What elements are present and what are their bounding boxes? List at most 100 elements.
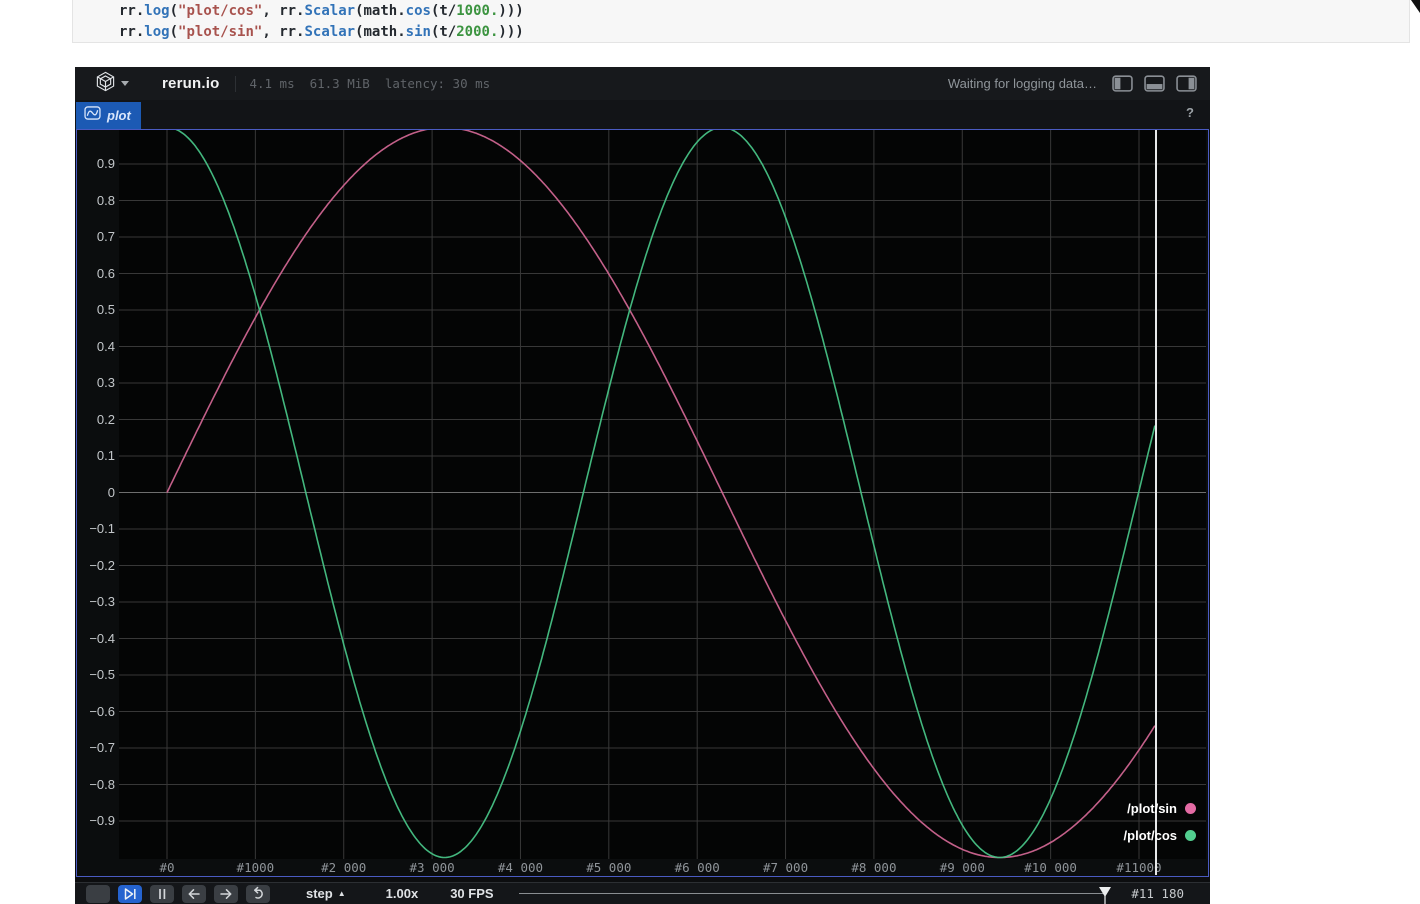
- legend-item[interactable]: /plot/sin: [1124, 798, 1196, 818]
- x-tick-label: #6 000: [674, 860, 720, 875]
- code-token: 2000.: [456, 24, 499, 40]
- timeline-selector-dropdown[interactable]: step ▲: [306, 886, 346, 901]
- step-back-button[interactable]: [182, 884, 206, 903]
- time-cursor-line[interactable]: [1155, 130, 1157, 875]
- y-tick-label: −0.1: [89, 521, 115, 536]
- frame-time-stat: 4.1 ms: [249, 76, 295, 91]
- x-tick-label: #4 000: [497, 860, 544, 875]
- legend-color-dot: [1185, 829, 1196, 841]
- code-line: rr.log("plot/sin", rr.Scalar(math.sin(t/…: [119, 22, 1409, 42]
- legend-label: /plot/sin: [1127, 800, 1177, 816]
- mouse-cursor-artifact: [1411, 0, 1420, 13]
- tab-bar: plot ?: [75, 100, 1210, 129]
- y-tick-label: −0.7: [89, 740, 115, 755]
- bottom-panel-toggle-icon[interactable]: [1144, 75, 1165, 92]
- x-tick-label: #9 000: [939, 860, 985, 875]
- tab-plot[interactable]: plot: [76, 102, 141, 129]
- code-token: Scalar: [304, 24, 356, 40]
- x-tick-label: #7 000: [762, 860, 809, 875]
- code-token: ))): [498, 3, 524, 19]
- scalar-chart-icon: [84, 106, 101, 125]
- current-time-label: #11 180: [1131, 886, 1184, 901]
- y-tick-label: −0.6: [89, 703, 115, 719]
- viewer-header: rerun.io 4.1 ms 61.3 MiB latency: 30 ms …: [75, 67, 1210, 100]
- y-tick-label: 0.3: [96, 375, 115, 390]
- code-token: 1000.: [456, 3, 499, 19]
- rerun-menu-button[interactable]: [95, 71, 129, 97]
- x-tick-label: #5 000: [586, 860, 632, 875]
- x-tick-label: #2 000: [321, 860, 367, 875]
- code-token: (t/: [430, 3, 457, 19]
- code-token: (math.: [355, 24, 406, 40]
- memory-stat: 61.3 MiB: [309, 76, 370, 91]
- playback-fps[interactable]: 30 FPS: [450, 886, 493, 901]
- code-token: Scalar: [304, 3, 356, 19]
- y-tick-label: 0: [107, 484, 115, 500]
- code-token: (: [169, 3, 179, 19]
- code-token: rr: [279, 24, 297, 40]
- plot-canvas[interactable]: [119, 130, 1206, 859]
- left-panel-toggle-icon[interactable]: [1112, 75, 1133, 92]
- tab-plot-label: plot: [107, 108, 131, 123]
- code-token: ))): [498, 24, 524, 40]
- help-button[interactable]: ?: [1186, 105, 1194, 120]
- y-tick-label: −0.4: [89, 630, 115, 646]
- y-tick-label: 0.7: [96, 229, 115, 244]
- playback-speed[interactable]: 1.00x: [386, 886, 419, 901]
- y-tick-label: −0.8: [89, 776, 115, 792]
- y-tick-label: 0.9: [96, 156, 115, 171]
- code-token: cos: [405, 3, 431, 19]
- timeline-cursor-marker[interactable]: [1097, 887, 1113, 904]
- x-tick-label: #8 000: [851, 860, 897, 875]
- code-line: rr.log("plot/cos", rr.Scalar(math.cos(t/…: [119, 1, 1409, 22]
- code-token: rr: [119, 24, 136, 40]
- rerun-viewer: rerun.io 4.1 ms 61.3 MiB latency: 30 ms …: [75, 67, 1210, 904]
- x-tick-label: #1000: [236, 860, 275, 875]
- code-token: (: [169, 24, 179, 40]
- timeline-name: step: [306, 886, 333, 901]
- play-button[interactable]: [86, 884, 110, 903]
- code-token: (math.: [355, 3, 406, 19]
- code-token: "plot/cos": [178, 3, 263, 19]
- pause-button[interactable]: [150, 884, 174, 903]
- y-tick-label: −0.3: [89, 594, 115, 609]
- code-token: sin: [405, 24, 431, 40]
- code-token: log: [144, 3, 170, 19]
- chevron-down-icon: [121, 81, 129, 86]
- step-forward-button[interactable]: [214, 884, 238, 903]
- y-tick-label: 0.1: [96, 448, 115, 463]
- loop-button[interactable]: [246, 884, 270, 903]
- y-tick-label: −0.9: [89, 813, 115, 828]
- timeline-track[interactable]: [518, 893, 1106, 894]
- legend-item[interactable]: /plot/cos: [1124, 825, 1196, 845]
- code-token: log: [144, 24, 170, 40]
- code-token: ,: [262, 24, 280, 40]
- latency-stat: latency: 30 ms: [384, 76, 491, 91]
- plot-legend: /plot/sin/plot/cos: [1124, 798, 1196, 845]
- panel-toggle-group: [1112, 75, 1197, 92]
- notebook-page: rr.log("plot/cos", rr.Scalar(math.cos(t/…: [0, 0, 1420, 904]
- follow-latest-button[interactable]: [118, 884, 142, 903]
- plot-view-panel[interactable]: 0.9 0.8 0.7 0.6 0.5 0.4 0.3 0.2 0.1 0 −0.1 −0.2 −0.3…: [76, 129, 1209, 877]
- code-token: "plot/sin": [178, 24, 263, 40]
- x-tick-label: #3 000: [409, 860, 455, 875]
- y-tick-label: 0.8: [96, 192, 115, 208]
- playback-bar: step ▲ 1.00x 30 FPS #11 180: [75, 882, 1210, 904]
- code-cell: rr.log("plot/cos", rr.Scalar(math.cos(t/…: [72, 0, 1410, 43]
- code-token: ,: [262, 3, 280, 19]
- code-token: (t/: [430, 24, 457, 40]
- x-tick-label: #0: [159, 860, 175, 875]
- y-tick-label: 0.4: [96, 338, 115, 354]
- y-tick-label: 0.2: [96, 411, 115, 427]
- header-divider: [235, 75, 237, 92]
- logging-status-text: Waiting for logging data…: [947, 76, 1097, 91]
- dropdown-arrow-icon: ▲: [337, 889, 346, 898]
- code-token: rr: [279, 3, 297, 19]
- code-token: rr: [119, 3, 136, 19]
- y-tick-label: 0.6: [96, 265, 115, 281]
- legend-label: /plot/cos: [1123, 827, 1177, 843]
- y-tick-label: −0.5: [89, 667, 115, 682]
- performance-stats: 4.1 ms 61.3 MiB latency: 30 ms: [249, 76, 490, 91]
- x-tick-label: #10 000: [1024, 860, 1077, 875]
- right-panel-toggle-icon[interactable]: [1176, 75, 1197, 92]
